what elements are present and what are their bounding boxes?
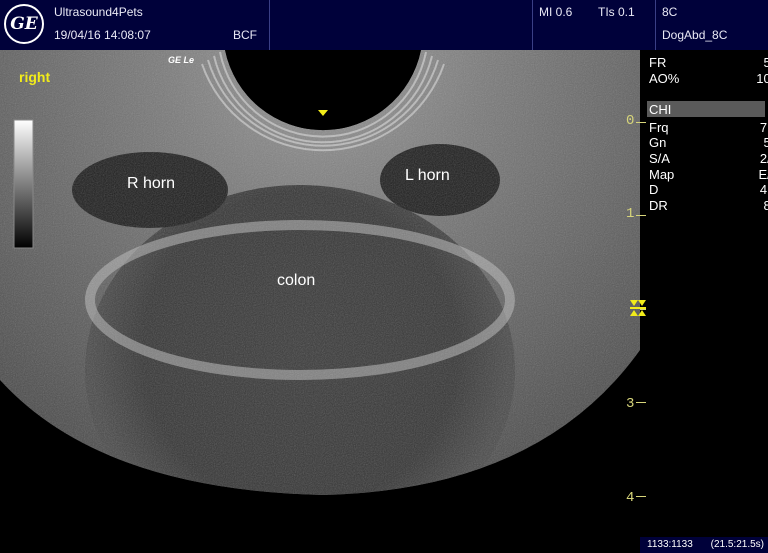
grayscale-bar [13,119,34,249]
facility-name: Ultrasound4Pets [54,5,143,19]
divider [532,0,533,50]
divider [655,0,656,50]
ultrasound-image [0,50,640,495]
param-value: 4.0 [759,182,768,197]
param-row: D 4.0 [649,182,768,197]
ge-logo: GE [4,4,44,44]
depth-label: 0 [626,113,635,129]
param-value: 51 [763,135,768,150]
param-row: Gn 51 [649,135,768,150]
orientation-label: right [19,69,51,85]
probe-orientation-mark: GE Le [168,55,195,65]
param-key: DR [649,198,668,213]
depth-label: 4 [626,490,635,506]
param-value: 53 [763,55,768,70]
param-value: 100 [756,71,768,86]
param-row: S/A 2/3 [649,151,768,166]
annotation-r-horn: R horn [127,175,176,192]
focal-zone-icon [630,300,646,316]
param-row: DR 84 [649,198,768,213]
depth-label: 1 [626,206,635,222]
top-bar: GE Ultrasound4Pets 19/04/16 14:08:07 BCF… [0,0,768,50]
param-row: Frq 7.0 [649,120,768,135]
cine-frame: 1133:1133 [647,539,693,550]
depth-tick [636,402,646,403]
divider [269,0,270,50]
param-value: 84 [763,198,768,213]
thermal-index: TIs 0.1 [598,5,635,19]
param-row: Map E/0 [649,167,768,182]
param-value: 7.0 [759,120,768,135]
mechanical-index: MI 0.6 [539,5,573,19]
cine-time: (21.5:21.5s) [710,539,764,550]
param-key: Map [649,167,675,182]
param-key: AO% [649,71,680,86]
param-value: E/0 [758,167,768,182]
cine-status-bar: 1133:1133 (21.5:21.5s) [640,537,768,553]
annotation-colon: colon [277,272,316,289]
param-key: Frq [649,120,669,135]
param-key: S/A [649,151,670,166]
depth-tick [636,122,646,123]
depth-tick [636,215,646,216]
param-row: AO% 100 [649,71,768,86]
annotation-l-horn: L horn [405,167,450,184]
exam-datetime: 19/04/16 14:08:07 [54,28,151,42]
depth-tick [636,496,646,497]
operator-initials: BCF [233,28,257,42]
param-row: FR 53 [649,55,768,70]
imaging-mode: CHI [649,102,672,117]
param-value: 2/3 [759,151,768,166]
depth-label: 3 [626,396,635,412]
preset-name: DogAbd_8C [662,28,728,42]
param-key: FR [649,55,667,70]
probe-name: 8C [662,5,678,19]
param-key: Gn [649,135,667,150]
param-key: D [649,182,659,197]
